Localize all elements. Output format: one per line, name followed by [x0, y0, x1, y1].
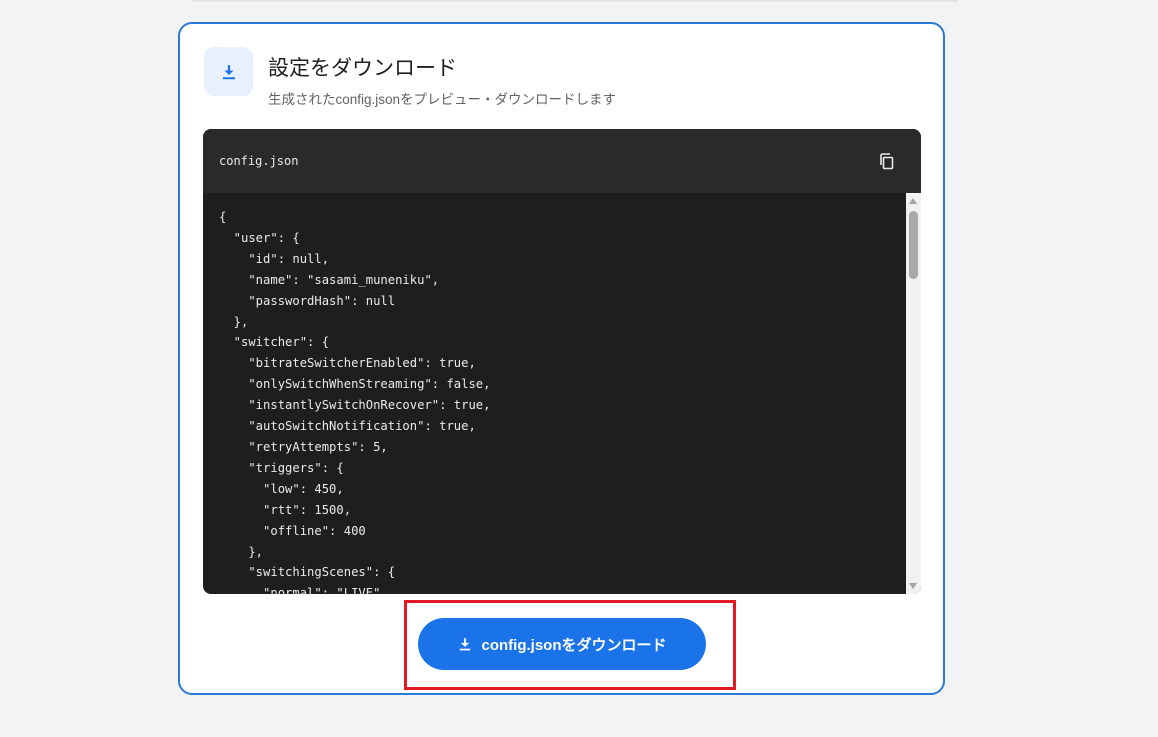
- json-code: { "user": { "id": null, "name": "sasami_…: [219, 210, 491, 594]
- scrollbar-thumb[interactable]: [909, 211, 918, 279]
- copy-button[interactable]: [875, 149, 899, 173]
- scroll-down-arrow[interactable]: [909, 583, 917, 589]
- download-config-button[interactable]: config.jsonをダウンロード: [418, 618, 706, 670]
- download-button-label: config.jsonをダウンロード: [481, 636, 667, 654]
- card-subtitle: 生成されたconfig.jsonをプレビュー・ダウンロードします: [268, 92, 617, 107]
- download-icon: [222, 64, 235, 79]
- code-header: config.json: [203, 129, 921, 193]
- code-body[interactable]: { "user": { "id": null, "name": "sasami_…: [203, 193, 906, 594]
- code-preview-panel: config.json { "user": { "id": null, "nam…: [203, 129, 921, 594]
- code-scrollbar[interactable]: [906, 193, 921, 594]
- top-divider: [192, 0, 958, 2]
- download-icon: [459, 638, 470, 651]
- download-settings-card: 設定をダウンロード 生成されたconfig.jsonをプレビュー・ダウンロードし…: [178, 22, 945, 695]
- card-title: 設定をダウンロード: [268, 57, 457, 80]
- copy-icon: [880, 152, 894, 169]
- code-filename: config.json: [219, 154, 299, 168]
- download-icon-box: [204, 47, 253, 96]
- scroll-up-arrow[interactable]: [909, 198, 917, 204]
